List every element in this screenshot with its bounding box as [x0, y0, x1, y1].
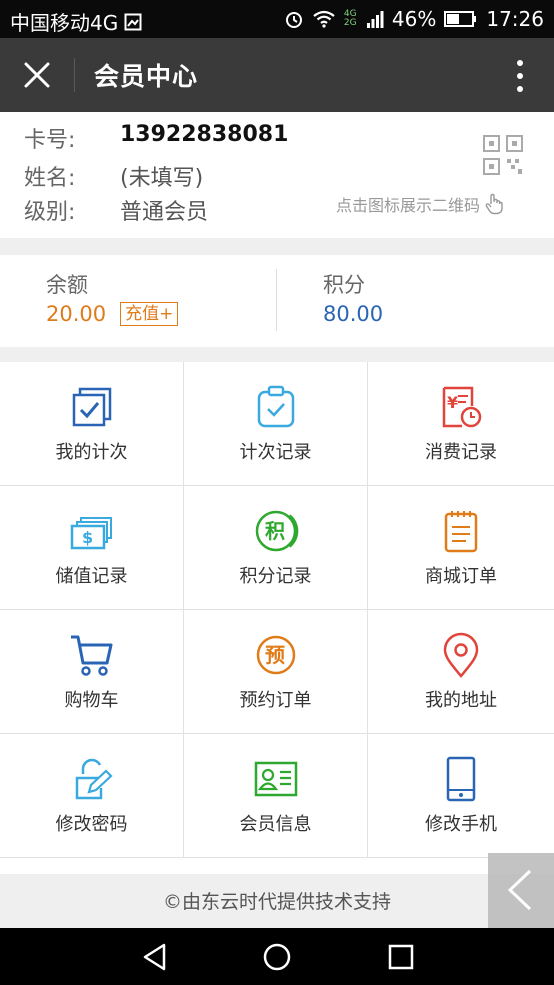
page-title: 会员中心 — [94, 62, 199, 91]
footer-credit: ©由东云时代提供技术支持 — [0, 876, 554, 928]
balance-divider — [276, 269, 277, 331]
chevron-left-icon — [507, 869, 532, 911]
grid-item-mall-orders[interactable]: 商城订单 — [368, 486, 554, 610]
close-icon[interactable] — [20, 58, 54, 92]
clock-time: 17:26 — [486, 7, 544, 31]
grid-item-label: 我的地址 — [425, 690, 497, 711]
grid-item-label: 计次记录 — [239, 442, 312, 463]
battery-percent: 46% — [391, 7, 437, 31]
grid-item-label: 会员信息 — [239, 814, 312, 835]
battery-icon — [444, 11, 477, 27]
grid-item-stored-value-records[interactable]: $ 储值记录 — [0, 486, 184, 610]
level-value: 普通会员 — [120, 200, 209, 225]
phone-icon — [446, 756, 476, 802]
recharge-button[interactable]: 充值+ — [120, 302, 179, 326]
lock-edit-icon — [75, 758, 113, 800]
more-options-icon[interactable] — [514, 58, 526, 94]
points-circle-icon: 积 — [255, 510, 298, 552]
checkbox-stack-icon — [72, 387, 111, 427]
id-card-icon — [254, 761, 297, 797]
grid-item-my-count[interactable]: 我的计次 — [0, 362, 184, 486]
function-grid: 我的计次 计次记录 ¥ 消费记录 $ 储值记录 积 积分记录 商城订单 购物车 … — [0, 362, 554, 874]
grid-item-change-phone[interactable]: 修改手机 — [368, 734, 554, 858]
grid-item-label: 商城订单 — [425, 566, 497, 587]
name-label: 姓名: — [24, 166, 76, 191]
balance-panel: 余额 20.00 充值+ 积分 80.00 — [0, 255, 554, 347]
points-value: 80.00 — [323, 302, 384, 326]
svg-text:¥: ¥ — [447, 393, 458, 412]
grid-item-change-password[interactable]: 修改密码 — [0, 734, 184, 858]
qr-hint[interactable]: 点击图标展示二维码 — [336, 192, 504, 216]
alarm-icon — [285, 12, 302, 28]
nav-back-icon[interactable] — [140, 942, 170, 972]
svg-text:$: $ — [82, 528, 93, 547]
points-label: 积分 — [323, 273, 365, 297]
card-number-value: 13922838081 — [120, 122, 289, 147]
qr-hint-text: 点击图标展示二维码 — [336, 196, 481, 215]
qr-code-icon[interactable] — [482, 134, 524, 176]
grid-item-points-records[interactable]: 积 积分记录 — [184, 486, 368, 610]
grid-item-my-address[interactable]: 我的地址 — [368, 610, 554, 734]
svg-text:积: 积 — [265, 519, 285, 543]
balance-section: 余额 20.00 充值+ — [46, 269, 179, 326]
points-section: 积分 80.00 — [323, 269, 383, 326]
appointment-circle-icon: 预 — [256, 635, 295, 675]
signal-icon — [366, 11, 384, 28]
nav-home-icon[interactable] — [262, 942, 292, 972]
balance-label: 余额 — [46, 273, 88, 297]
clipboard-check-icon — [257, 385, 294, 428]
svg-text:预: 预 — [265, 643, 285, 667]
grid-item-label: 我的计次 — [55, 442, 128, 463]
member-info-card: 卡号: 13922838081 姓名: (未填写) 级别: 普通会员 点击图标展… — [0, 112, 554, 238]
receipt-clock-icon: ¥ — [442, 386, 482, 428]
grid-item-label: 购物车 — [64, 690, 119, 711]
balance-value: 20.00 — [46, 302, 107, 326]
system-nav-bar — [0, 928, 554, 985]
cash-stack-icon: $ — [70, 517, 112, 550]
grid-item-label: 预约订单 — [239, 690, 312, 711]
grid-item-count-records[interactable]: 计次记录 — [184, 362, 368, 486]
image-notification-icon — [124, 13, 142, 30]
card-number-label: 卡号: — [24, 128, 76, 153]
tap-hand-icon — [485, 193, 503, 215]
title-bar: 会员中心 — [0, 38, 554, 112]
grid-item-label: 修改密码 — [55, 814, 128, 835]
level-label: 级别: — [24, 200, 76, 225]
grid-item-label: 消费记录 — [425, 442, 497, 463]
cart-icon — [70, 635, 112, 676]
grid-item-label: 修改手机 — [425, 814, 497, 835]
wifi-icon — [313, 10, 335, 28]
nav-recents-icon[interactable] — [386, 942, 416, 972]
grid-item-member-info[interactable]: 会员信息 — [184, 734, 368, 858]
carrier-name: 中国移动4G — [10, 11, 119, 35]
grid-item-consumption-records[interactable]: ¥ 消费记录 — [368, 362, 554, 486]
title-divider — [74, 58, 75, 92]
floating-back-button[interactable] — [488, 853, 554, 928]
grid-item-label: 积分记录 — [239, 566, 312, 587]
grid-item-shopping-cart[interactable]: 购物车 — [0, 610, 184, 734]
grid-item-label: 储值记录 — [55, 566, 128, 587]
notepad-icon — [444, 511, 478, 553]
grid-item-appointment-orders[interactable]: 预 预约订单 — [184, 610, 368, 734]
name-value: (未填写) — [120, 166, 204, 191]
status-bar: 中国移动4G 4G 2G 46% 17:26 — [0, 0, 554, 38]
location-pin-icon — [443, 632, 479, 678]
network-type: 4G 2G — [343, 9, 357, 28]
